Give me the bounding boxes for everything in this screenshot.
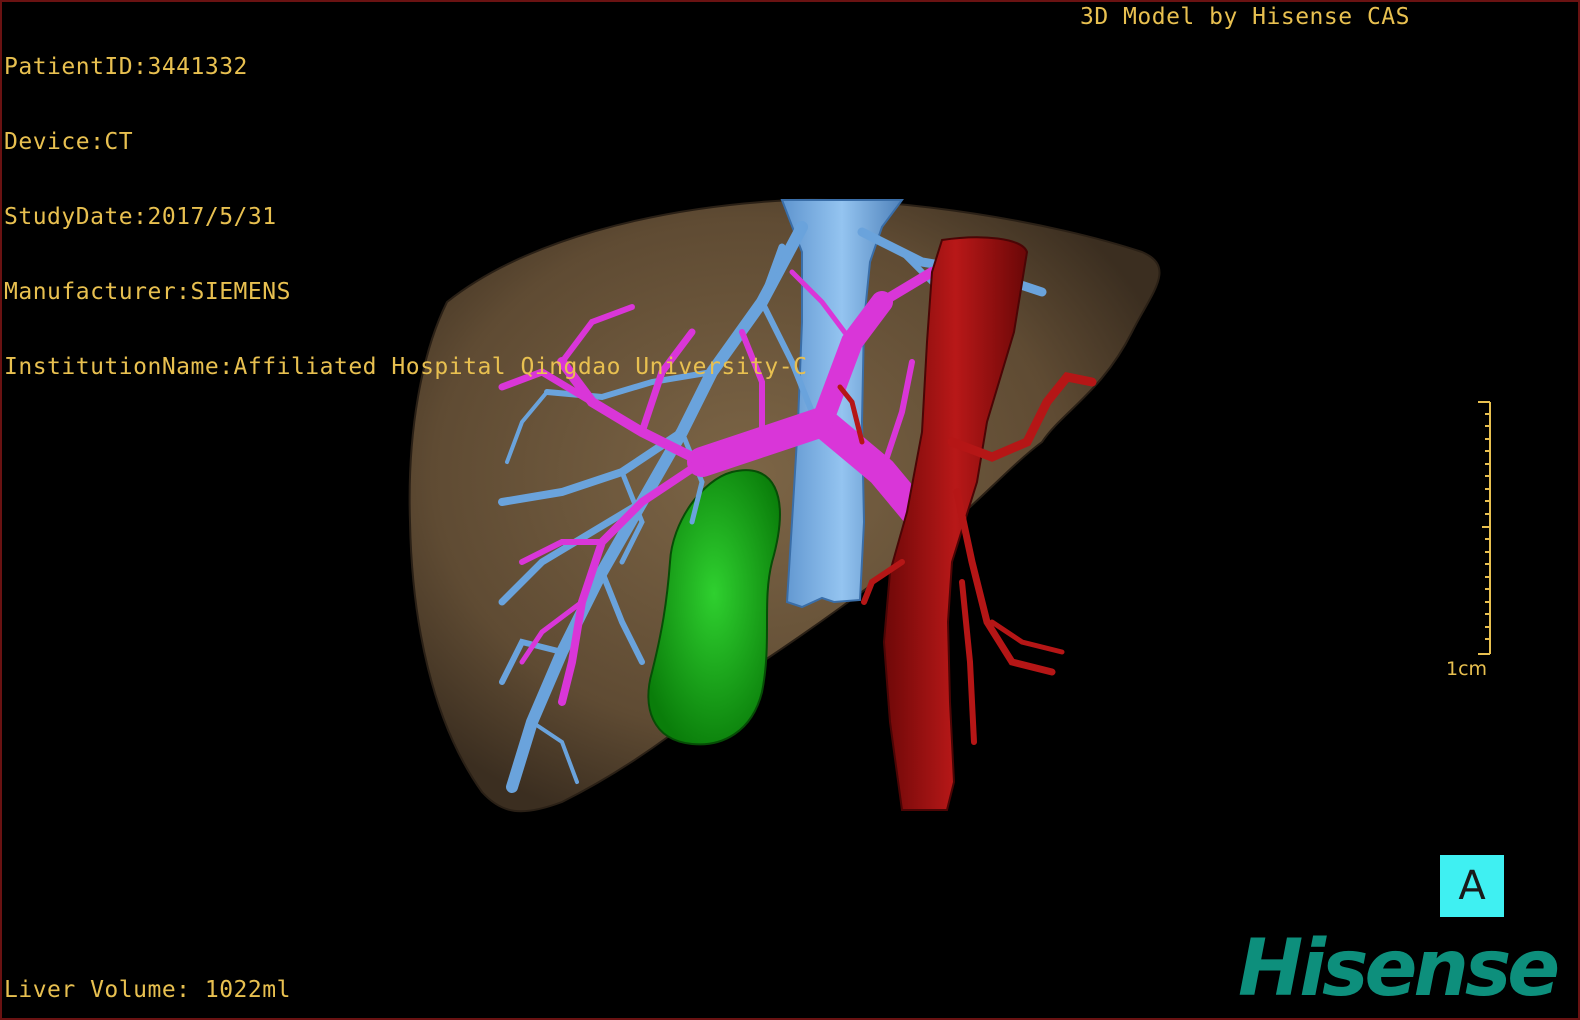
view-orientation-button[interactable]: A: [1440, 855, 1504, 917]
institution-name: InstitutionName:Affiliated Hospital Qing…: [4, 354, 808, 380]
scale-label: 1cm: [1446, 658, 1488, 680]
model-credit: 3D Model by Hisense CAS: [1080, 4, 1410, 30]
scale-bar: [1478, 401, 1491, 655]
patient-id: PatientID:3441332: [4, 54, 248, 80]
liver-volume-readout: Liver Volume: 1022ml: [4, 977, 291, 1003]
patient-info-block: PatientID:3441332 Device:CT StudyDate:20…: [4, 5, 807, 430]
device: Device:CT: [4, 129, 134, 155]
study-date: StudyDate:2017/5/31: [4, 204, 277, 230]
hisense-logo: Hisense: [1238, 924, 1560, 1014]
manufacturer: Manufacturer:SIEMENS: [4, 279, 291, 305]
3d-viewer-viewport[interactable]: PatientID:3441332 Device:CT StudyDate:20…: [0, 0, 1580, 1020]
